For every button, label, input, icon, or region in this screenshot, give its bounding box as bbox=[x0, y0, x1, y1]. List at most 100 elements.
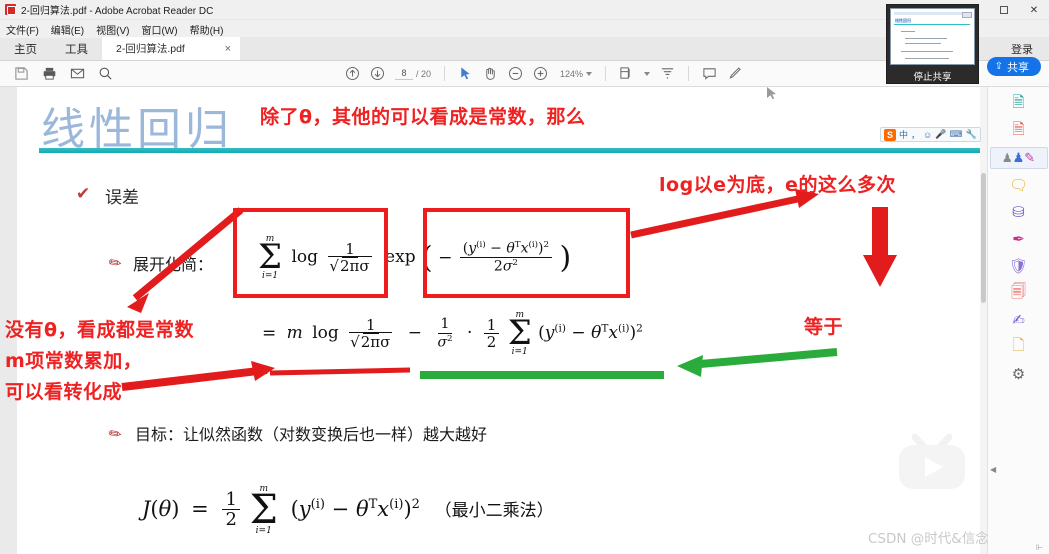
close-button[interactable]: ✕ bbox=[1019, 0, 1049, 20]
pencil-icon-2: ✎ bbox=[105, 423, 126, 445]
annotation-left-line1: 没有θ，看成都是常数 bbox=[5, 319, 195, 341]
red-box-exp-term bbox=[423, 208, 630, 298]
green-arrow-left bbox=[677, 348, 838, 377]
print-icon[interactable] bbox=[42, 66, 57, 81]
annotation-top-note: 除了θ，其他的可以看成是常数，那么 bbox=[260, 106, 586, 128]
toolbar-separator-3 bbox=[688, 66, 690, 81]
highlight-pen-icon[interactable] bbox=[727, 66, 742, 81]
toolbar-separator-2 bbox=[605, 66, 607, 81]
tab-document[interactable]: 2-回归算法.pdf × bbox=[102, 37, 240, 60]
page-total-label: / 20 bbox=[416, 68, 432, 79]
check-mark-icon: ✔ bbox=[76, 184, 91, 203]
menu-window[interactable]: 窗口(W) bbox=[141, 22, 177, 37]
share-label: 共享 bbox=[1007, 61, 1029, 74]
ime-keyboard-icon[interactable]: ⌨ bbox=[949, 129, 962, 140]
zoom-level-label: 124% bbox=[560, 68, 584, 79]
edit-pdf-icon[interactable]: ♟ ♟ ✎ bbox=[989, 147, 1048, 169]
annotation-left-line2: m项常数累加， bbox=[5, 350, 143, 372]
stop-sharing-button[interactable]: 停止共享 bbox=[913, 69, 951, 83]
share-preview-thumbnail: 线性回归 bbox=[890, 8, 975, 65]
window-title: 2-回归算法.pdf - Adobe Acrobat Reader DC bbox=[21, 6, 214, 17]
expand-simplify-label: 展开化简： bbox=[133, 255, 214, 274]
email-icon[interactable] bbox=[70, 66, 85, 81]
ime-voice-icon[interactable]: 🎤 bbox=[935, 129, 946, 140]
pencil-icon: ✎ bbox=[105, 252, 126, 274]
page-number-input[interactable]: 8 bbox=[395, 67, 413, 80]
maximize-button[interactable] bbox=[989, 0, 1019, 20]
create-pdf-icon[interactable]: 🗎 bbox=[1006, 120, 1032, 142]
resize-handle-icon[interactable]: ⊩ bbox=[1036, 543, 1043, 552]
menu-view[interactable]: 视图(V) bbox=[96, 22, 129, 37]
cursor-arrow-icon[interactable] bbox=[458, 66, 473, 81]
window-controls: ✕ bbox=[989, 0, 1049, 20]
comment-icon[interactable]: 🗨 bbox=[1006, 174, 1032, 196]
tab-bar-filler bbox=[240, 37, 995, 60]
least-squares-note: （最小二乘法） bbox=[434, 500, 554, 521]
tools-rail: 🗎 🗎 ♟ ♟ ✎ 🗨 ⛁ ✒ 🛡 🗐 ✍ 🗋 ⚙ ◀ bbox=[987, 87, 1049, 554]
screen-share-control[interactable]: 线性回归 停止共享 bbox=[886, 4, 979, 84]
ime-mode-label[interactable]: 中 bbox=[899, 128, 908, 141]
fit-page-icon[interactable] bbox=[619, 66, 634, 81]
fill-sign-icon[interactable]: ✒ bbox=[1006, 228, 1032, 250]
red-box-log-term bbox=[233, 208, 388, 298]
red-arrow-down bbox=[863, 207, 897, 287]
ime-emoji-icon[interactable]: ☺ bbox=[923, 130, 932, 140]
share-icon: ⇪ bbox=[994, 61, 1003, 72]
more-tools-icon[interactable]: 🗋 bbox=[1006, 336, 1032, 358]
toolbar-separator bbox=[444, 66, 446, 81]
settings-icon[interactable]: ⚙ bbox=[1006, 363, 1032, 385]
tab-home[interactable]: 主页 bbox=[0, 37, 51, 60]
ime-punct-icon[interactable]: ， bbox=[911, 128, 920, 141]
formula-least-squares: J(θ) = 1 2 m Σ i=1 (y(i) − θTx(i))2 （最小二… bbox=[142, 484, 554, 536]
export-pdf-icon[interactable]: 🗎 bbox=[1006, 93, 1032, 115]
hand-icon[interactable] bbox=[483, 66, 498, 81]
annotation-log-note: log以e为底，e的这么多次 bbox=[659, 174, 896, 196]
formula-expanded: = m log 1 √2πσ − 1 σ2 · 1 2 m Σ i=1 (y(i… bbox=[262, 310, 643, 357]
menu-edit[interactable]: 编辑(E) bbox=[51, 22, 84, 37]
combine-files-icon[interactable]: ⛁ bbox=[1006, 201, 1032, 223]
watermark-text: CSDN @时代&信念 bbox=[868, 531, 989, 547]
mouse-cursor bbox=[767, 87, 776, 100]
menu-file[interactable]: 文件(F) bbox=[6, 22, 39, 37]
protect-icon[interactable]: 🛡 bbox=[1006, 255, 1032, 277]
document-view[interactable]: 线性回归 ✔ 误差 ✎ 展开化简： m Σ i=1 log 1 √2πσ exp… bbox=[0, 87, 1049, 554]
ime-settings-icon[interactable]: 🔧 bbox=[965, 129, 976, 140]
annotation-left-line3: 可以看转化成 bbox=[5, 381, 123, 403]
request-signature-icon[interactable]: ✍ bbox=[1006, 309, 1032, 331]
title-divider bbox=[39, 148, 980, 153]
close-icon[interactable]: × bbox=[222, 43, 234, 55]
objective-label: 目标：让似然函数（对数变换后也一样）越大越好 bbox=[135, 425, 488, 444]
minus-circle-icon[interactable] bbox=[508, 66, 523, 81]
comment-icon[interactable] bbox=[702, 66, 717, 81]
summation-symbol-2: m Σ i=1 bbox=[507, 310, 532, 357]
sogou-logo-icon: S bbox=[884, 128, 896, 141]
plus-circle-icon[interactable] bbox=[533, 66, 548, 81]
arrow-up-circle-icon[interactable] bbox=[345, 66, 360, 81]
tab-tools[interactable]: 工具 bbox=[51, 37, 102, 60]
red-arrow-from-left-note bbox=[121, 361, 275, 391]
chevron-down-icon-2[interactable] bbox=[644, 71, 651, 76]
pdf-icon bbox=[5, 4, 16, 15]
share-button[interactable]: ⇪ 共享 bbox=[986, 57, 1041, 76]
green-underline bbox=[420, 371, 664, 379]
page-scrollbar[interactable] bbox=[980, 87, 987, 554]
save-icon[interactable] bbox=[14, 66, 29, 81]
chevron-down-icon[interactable] bbox=[586, 71, 593, 76]
annotation-equal-note: 等于 bbox=[804, 316, 844, 338]
menu-help[interactable]: 帮助(H) bbox=[190, 22, 224, 37]
tab-document-label: 2-回归算法.pdf bbox=[116, 43, 185, 55]
compress-pdf-icon[interactable]: 🗐 bbox=[1006, 282, 1032, 304]
page-navigator[interactable]: 8 / 20 bbox=[395, 67, 431, 80]
acrobat-reader-window: 2-回归算法.pdf - Adobe Acrobat Reader DC ✕ 文… bbox=[0, 0, 1049, 554]
bullet-error-label: 误差 bbox=[105, 188, 139, 208]
ime-toolbar[interactable]: S 中 ， ☺ 🎤 ⌨ 🔧 bbox=[880, 127, 981, 142]
bilibili-tv-icon bbox=[899, 433, 965, 489]
arrow-down-circle-icon[interactable] bbox=[370, 66, 385, 81]
fit-width-icon[interactable] bbox=[660, 66, 675, 81]
zoom-selector[interactable]: 124% bbox=[560, 68, 593, 79]
scrollbar-thumb[interactable] bbox=[981, 173, 986, 303]
collapse-panel-icon[interactable]: ◀ bbox=[990, 465, 996, 474]
red-underline bbox=[269, 367, 411, 376]
search-icon[interactable] bbox=[98, 66, 113, 81]
summation-symbol-3: m Σ i=1 bbox=[249, 484, 278, 536]
